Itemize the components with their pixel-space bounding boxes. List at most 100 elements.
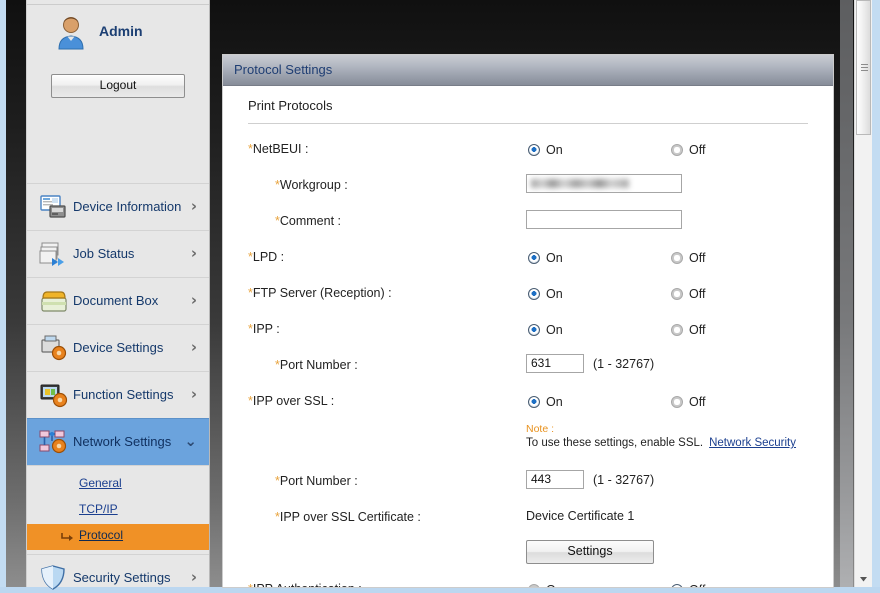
sidebar-subnav: General TCP/IP Protocol (27, 465, 209, 554)
settings-button[interactable]: Settings (526, 540, 654, 564)
network-settings-icon (39, 428, 69, 456)
panel-header: Protocol Settings (223, 55, 833, 86)
sidebar-item-label: Device Information (73, 199, 182, 214)
field-label-ipp-port: *Port Number : (275, 358, 358, 372)
sidebar-item-job-status[interactable]: Job Status › (27, 230, 209, 277)
sidebar-subitem-general[interactable]: General (27, 472, 209, 498)
row-ipp-authentication: *IPP Authentication : On Off (223, 573, 833, 587)
note-text: To use these settings, enable SSL. (526, 437, 704, 449)
radio-unselected-icon (528, 584, 540, 587)
ipp-port-range-hint: (1 - 32767) (593, 357, 655, 371)
sidebar-item-security-settings[interactable]: Security Settings › (27, 554, 209, 593)
field-label-ipp: *IPP : (248, 322, 280, 336)
chevron-right-icon: › (190, 197, 197, 215)
row-workgroup: *Workgroup : (223, 169, 833, 205)
sidebar-item-label: Document Box (73, 293, 159, 308)
sidebar-item-label: Function Settings (73, 387, 174, 402)
window-frame-right (872, 0, 880, 593)
lpd-radio-off[interactable]: Off (671, 249, 705, 267)
settings-form: *NetBEUI : On Off *Workgroup : *Comment … (223, 133, 833, 587)
security-settings-icon (39, 564, 69, 592)
ipp-radio-on[interactable]: On (528, 321, 563, 339)
field-label-comment: *Comment : (275, 214, 342, 228)
protocol-settings-panel: Protocol Settings Print Protocols *NetBE… (223, 55, 833, 587)
sidebar-item-function-settings[interactable]: Function Settings › (27, 371, 209, 418)
sidebar: Admin Logout Device Information › Job St… (26, 0, 210, 590)
row-ipp-over-ssl: *IPP over SSL : On Off (223, 385, 833, 421)
chevron-right-icon: › (190, 338, 197, 356)
comment-input[interactable] (526, 210, 682, 229)
inner-scrollbar[interactable] (840, 0, 853, 587)
radio-selected-icon (528, 396, 540, 408)
sidebar-item-device-information[interactable]: Device Information › (27, 183, 209, 230)
sidebar-subitem-protocol[interactable]: Protocol (27, 524, 209, 550)
radio-selected-icon (528, 252, 540, 264)
sidebar-item-label: Security Settings (73, 570, 171, 585)
ftp-server-radio-off[interactable]: Off (671, 285, 705, 303)
row-ssl-certificate: *IPP over SSL Certificate : Device Certi… (223, 501, 833, 537)
section-divider (248, 123, 808, 124)
ssl-note: Note : To use these settings, enable SSL… (526, 423, 796, 449)
ftp-server-radio-on[interactable]: On (528, 285, 563, 303)
ipp-over-ssl-radio-on[interactable]: On (528, 393, 563, 411)
netbeui-radio-off[interactable]: Off (671, 141, 705, 159)
radio-selected-icon (528, 324, 540, 336)
field-label-ipp-authentication: *IPP Authentication : (248, 582, 362, 587)
row-comment: *Comment : (223, 205, 833, 241)
sidebar-subitem-label[interactable]: TCP/IP (79, 502, 118, 516)
chevron-right-icon: › (190, 568, 197, 586)
sidebar-item-network-settings[interactable]: Network Settings ⌄ (27, 418, 209, 465)
field-label-ssl-port: *Port Number : (275, 474, 358, 488)
user-name: Admin (99, 23, 143, 39)
ipp-over-ssl-radio-off[interactable]: Off (671, 393, 705, 411)
sidebar-item-document-box[interactable]: Document Box › (27, 277, 209, 324)
row-settings-button: Settings (223, 537, 833, 573)
sidebar-top-divider (27, 4, 209, 5)
sidebar-subitem-tcpip[interactable]: TCP/IP (27, 498, 209, 524)
row-ipp: *IPP : On Off (223, 313, 833, 349)
document-box-icon (39, 287, 69, 315)
ipp-authentication-radio-on[interactable]: On (528, 581, 563, 587)
radio-selected-icon (671, 584, 683, 587)
field-label-netbeui: *NetBEUI : (248, 142, 309, 156)
netbeui-radio-on[interactable]: On (528, 141, 563, 159)
scroll-down-button[interactable] (856, 571, 871, 586)
note-heading: Note : (526, 423, 555, 435)
radio-unselected-icon (671, 252, 683, 264)
row-netbeui: *NetBEUI : On Off (223, 133, 833, 169)
sidebar-item-device-settings[interactable]: Device Settings › (27, 324, 209, 371)
field-label-ssl-certificate: *IPP over SSL Certificate : (275, 510, 421, 524)
ipp-port-input[interactable]: 631 (526, 354, 584, 373)
radio-selected-icon (528, 288, 540, 300)
device-settings-icon (39, 334, 69, 362)
ipp-authentication-radio-off[interactable]: Off (671, 581, 705, 587)
field-label-workgroup: *Workgroup : (275, 178, 348, 192)
row-ipp-port: *Port Number : 631 (1 - 32767) (223, 349, 833, 385)
scrollbar-thumb[interactable] (856, 0, 871, 135)
section-title: Print Protocols (248, 98, 333, 113)
network-security-link[interactable]: Network Security (709, 437, 796, 449)
logout-button[interactable]: Logout (51, 74, 185, 98)
chevron-right-icon: › (190, 385, 197, 403)
job-status-icon (39, 240, 69, 268)
field-label-lpd: *LPD : (248, 250, 285, 264)
sidebar-item-label: Device Settings (73, 340, 164, 355)
lpd-radio-on[interactable]: On (528, 249, 563, 267)
workgroup-input[interactable] (526, 174, 682, 193)
radio-unselected-icon (671, 324, 683, 336)
ssl-certificate-value: Device Certificate 1 (526, 509, 635, 523)
user-avatar-icon (55, 16, 87, 50)
chevron-down-icon: ⌄ (184, 432, 197, 450)
ipp-radio-off[interactable]: Off (671, 321, 705, 339)
sidebar-subitem-label[interactable]: Protocol (79, 528, 123, 542)
ssl-port-input[interactable]: 443 (526, 470, 584, 489)
note-body: To use these settings, enable SSL. Networ… (526, 437, 796, 449)
sidebar-nav: Device Information › Job Status › Docume… (27, 183, 209, 593)
radio-unselected-icon (671, 396, 683, 408)
redacted-value (531, 179, 629, 188)
scrollbar-grip-icon (861, 64, 868, 71)
user-header: Admin (27, 8, 209, 54)
page-scrollbar[interactable] (854, 0, 872, 587)
sidebar-item-label: Job Status (73, 246, 135, 261)
sidebar-subitem-label[interactable]: General (79, 476, 122, 490)
